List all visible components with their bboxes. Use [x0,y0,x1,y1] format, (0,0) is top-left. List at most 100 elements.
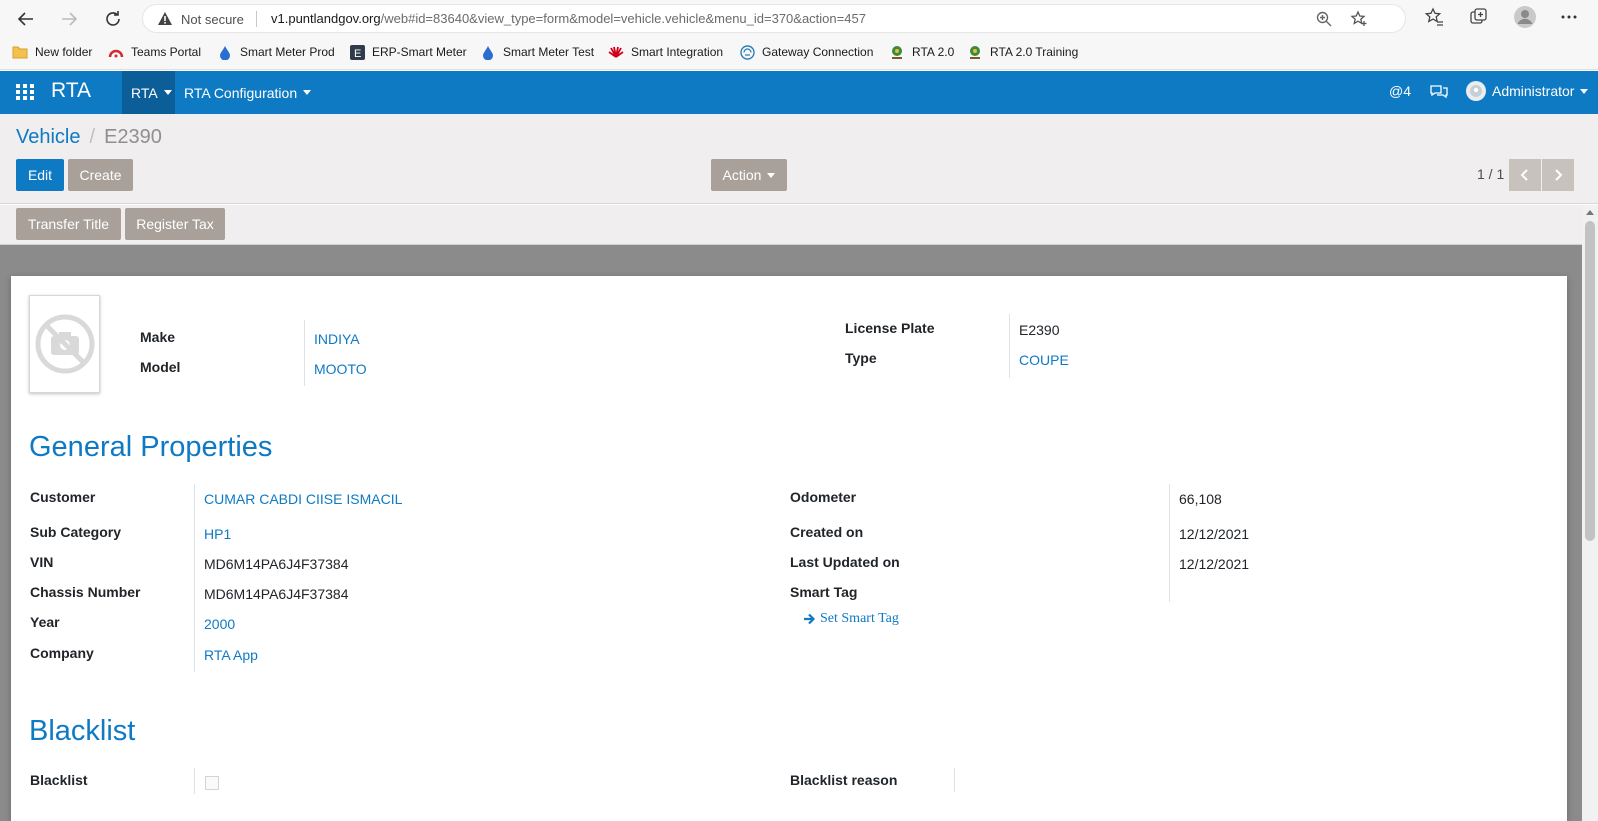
odometer-label: Odometer [790,489,857,505]
breadcrumb: Vehicle / E2390 [16,126,162,149]
scrollbar[interactable] [1582,205,1598,821]
vehicle-image[interactable] [29,295,100,393]
created-on-label: Created on [790,524,864,540]
bookmark-gateway-connection[interactable]: Gateway Connection [739,44,873,60]
no-camera-icon [35,314,94,374]
address-separator [256,11,257,27]
breadcrumb-vehicle-link[interactable]: Vehicle [16,126,81,149]
bookmark-smart-meter-prod[interactable]: Smart Meter Prod [217,44,335,60]
breadcrumb-current: E2390 [104,126,162,148]
refresh-icon[interactable] [100,6,126,32]
type-value[interactable]: COUPE [1019,352,1069,368]
register-tax-button[interactable]: Register Tax [125,208,225,240]
model-label: Model [140,359,181,375]
company-value[interactable]: RTA App [204,647,258,663]
caret-down-icon [163,90,172,95]
created-on-value: 12/12/2021 [1179,526,1250,542]
company-label: Company [30,645,94,661]
scroll-thumb[interactable] [1585,221,1595,541]
breadcrumb-separator: / [89,126,96,148]
chassis-number-value: MD6M14PA6J4F37384 [204,586,349,602]
menu-rta[interactable]: RTA [122,71,175,114]
url-path: /web#id=83640&view_type=form&model=vehic… [380,11,866,26]
app-brand[interactable]: RTA [51,79,91,103]
license-plate-value: E2390 [1019,322,1060,338]
url-text[interactable]: v1.puntlandgov.org/web#id=83640&view_typ… [271,11,866,26]
field-divider [1169,484,1170,602]
chevron-left-icon [1520,169,1528,181]
pager-previous-button[interactable] [1509,159,1541,191]
folder-icon [12,44,28,60]
blacklist-reason-label: Blacklist reason [790,772,898,788]
odometer-value: 66,108 [1179,491,1222,507]
blacklist-label: Blacklist [30,772,88,788]
back-icon[interactable] [13,6,39,32]
bookmark-smart-integration[interactable]: Smart Integration [608,44,723,60]
bookmark-rta-2[interactable]: RTA 2.0 [889,44,954,60]
bookmark-new-folder[interactable]: New folder [12,44,92,60]
vin-label: VIN [30,554,54,570]
pager-next-button[interactable] [1542,159,1574,191]
more-icon[interactable] [1560,9,1578,30]
chassis-number-label: Chassis Number [30,584,141,600]
chat-icon[interactable] [1430,84,1448,105]
profile-icon[interactable] [1513,5,1537,34]
scroll-up-icon[interactable] [1586,210,1594,215]
svg-text:E: E [354,48,361,60]
arrow-right-icon [804,613,816,625]
menu-rta-configuration[interactable]: RTA Configuration [184,71,312,114]
edit-button[interactable]: Edit [16,159,64,191]
address-bar[interactable]: Not secure v1.puntlandgov.org/web#id=836… [142,4,1406,33]
url-host: v1.puntlandgov.org [271,11,381,26]
mentions-counter[interactable]: @4 [1389,83,1411,99]
avatar [1466,81,1486,101]
form-statusbar: Transfer Title Register Tax [0,205,1598,245]
model-value[interactable]: MOOTO [314,361,367,377]
bookmark-label: RTA 2.0 Training [990,45,1079,59]
make-value[interactable]: INDIYA [314,331,360,347]
customer-value[interactable]: CUMAR CABDI CIISE ISMACIL [204,491,402,507]
vin-value: MD6M14PA6J4F37384 [204,556,349,572]
customer-label: Customer [30,489,96,505]
gateway-icon [739,44,755,60]
bookmark-label: Smart Meter Test [503,45,595,59]
warning-icon [157,11,173,31]
main-navbar: RTA RTA RTA Configuration @4 Administrat… [0,71,1598,114]
smart-tag-label: Smart Tag [790,584,858,600]
year-value[interactable]: 2000 [204,616,235,632]
last-updated-label: Last Updated on [790,554,900,570]
field-divider [194,768,195,794]
bookmark-teams-portal[interactable]: Teams Portal [108,44,201,60]
pager-counter[interactable]: 1 / 1 [1477,166,1504,182]
bookmark-label: Smart Integration [631,45,724,59]
action-dropdown[interactable]: Action [711,159,787,191]
create-button[interactable]: Create [68,159,133,191]
drop-icon [480,44,496,60]
caret-down-icon [303,90,312,95]
blacklist-checkbox[interactable] [205,776,219,790]
collections-icon[interactable] [1469,7,1489,32]
zoom-icon[interactable] [1315,10,1333,33]
bookmark-smart-meter-test[interactable]: Smart Meter Test [480,44,594,60]
emblem-icon [967,44,983,60]
favorites-icon[interactable] [1424,7,1444,32]
field-divider [1009,314,1010,378]
bookmark-rta-2-training[interactable]: RTA 2.0 Training [967,44,1078,60]
blacklist-title: Blacklist [29,715,136,747]
caret-down-icon [1580,88,1589,94]
sub-category-value[interactable]: HP1 [204,526,231,542]
forward-icon[interactable] [56,6,82,32]
bookmark-erp-smart-meter[interactable]: E ERP-Smart Meter [349,44,467,60]
chevron-right-icon [1555,169,1563,181]
field-divider [304,320,305,386]
user-menu[interactable]: Administrator [1466,81,1589,101]
bookmark-label: Teams Portal [131,45,202,59]
favorite-add-icon[interactable] [1350,10,1368,33]
menu-rta-label: RTA [131,84,158,101]
set-smart-tag-button[interactable]: Set Smart Tag [803,611,899,627]
apps-grid-icon[interactable] [15,83,35,106]
bookmark-label: New folder [35,45,93,59]
transfer-title-button[interactable]: Transfer Title [16,208,121,240]
teams-icon [108,44,124,60]
type-label: Type [845,350,877,366]
